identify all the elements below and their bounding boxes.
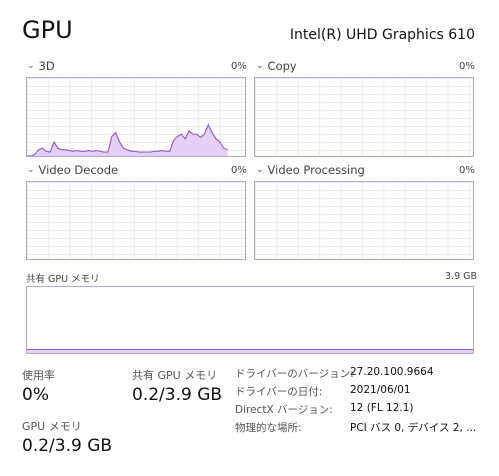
gpu-memory-label: GPU メモリ	[22, 420, 82, 433]
chevron-down-icon: ⌄	[256, 61, 264, 71]
engine-label-video-decode: Video Decode	[38, 163, 119, 177]
engine-label-copy: Copy	[267, 59, 297, 73]
chevron-down-icon: ⌄	[256, 165, 264, 175]
shared-memory-fill	[27, 348, 473, 353]
shared-memory-bar	[26, 286, 474, 354]
utilization-value: 0%	[22, 385, 49, 405]
shared-memory-stat-label: 共有 GPU メモリ	[132, 369, 218, 382]
engine-label-3d: 3D	[38, 59, 55, 73]
directx-value: 12 (FL 12.1)	[350, 402, 414, 414]
engine-selector-copy[interactable]: ⌄ Copy	[256, 59, 297, 73]
graph-copy	[254, 77, 474, 157]
engine-selector-3d[interactable]: ⌄ 3D	[27, 59, 55, 73]
engine-selector-video-processing[interactable]: ⌄ Video Processing	[256, 163, 365, 177]
shared-memory-max: 3.9 GB	[445, 271, 478, 282]
directx-key: DirectX バージョン:	[235, 404, 333, 416]
engine-percent-video-processing: 0%	[459, 165, 475, 176]
shared-memory-stat-value: 0.2/3.9 GB	[132, 385, 223, 405]
page-title: GPU	[22, 16, 73, 44]
engine-percent-video-decode: 0%	[231, 165, 247, 176]
graph-3d-plot	[27, 123, 228, 156]
driver-version-key: ドライバーのバージョン:	[235, 368, 354, 380]
graph-3d	[26, 77, 246, 157]
engine-label-video-processing: Video Processing	[267, 163, 365, 177]
shared-memory-label: 共有 GPU メモリ	[26, 274, 100, 285]
location-key: 物理的な場所:	[235, 422, 302, 434]
location-value: PCI バス 0, デバイス 2, ...	[350, 422, 477, 434]
engine-percent-3d: 0%	[231, 61, 247, 72]
graph-video-decode	[26, 181, 246, 260]
graph-3d-area	[27, 124, 228, 156]
chevron-down-icon: ⌄	[27, 61, 35, 71]
driver-date-value: 2021/06/01	[350, 384, 411, 396]
engine-selector-video-decode[interactable]: ⌄ Video Decode	[27, 163, 118, 177]
graph-video-processing	[254, 181, 474, 260]
chevron-down-icon: ⌄	[27, 165, 35, 175]
driver-date-key: ドライバーの日付:	[235, 386, 323, 398]
adapter-name: Intel(R) UHD Graphics 610	[289, 27, 475, 43]
driver-version-value: 27.20.100.9664	[350, 366, 434, 378]
utilization-label: 使用率	[22, 369, 55, 382]
gpu-memory-value: 0.2/3.9 GB	[22, 436, 113, 456]
engine-percent-copy: 0%	[459, 61, 475, 72]
